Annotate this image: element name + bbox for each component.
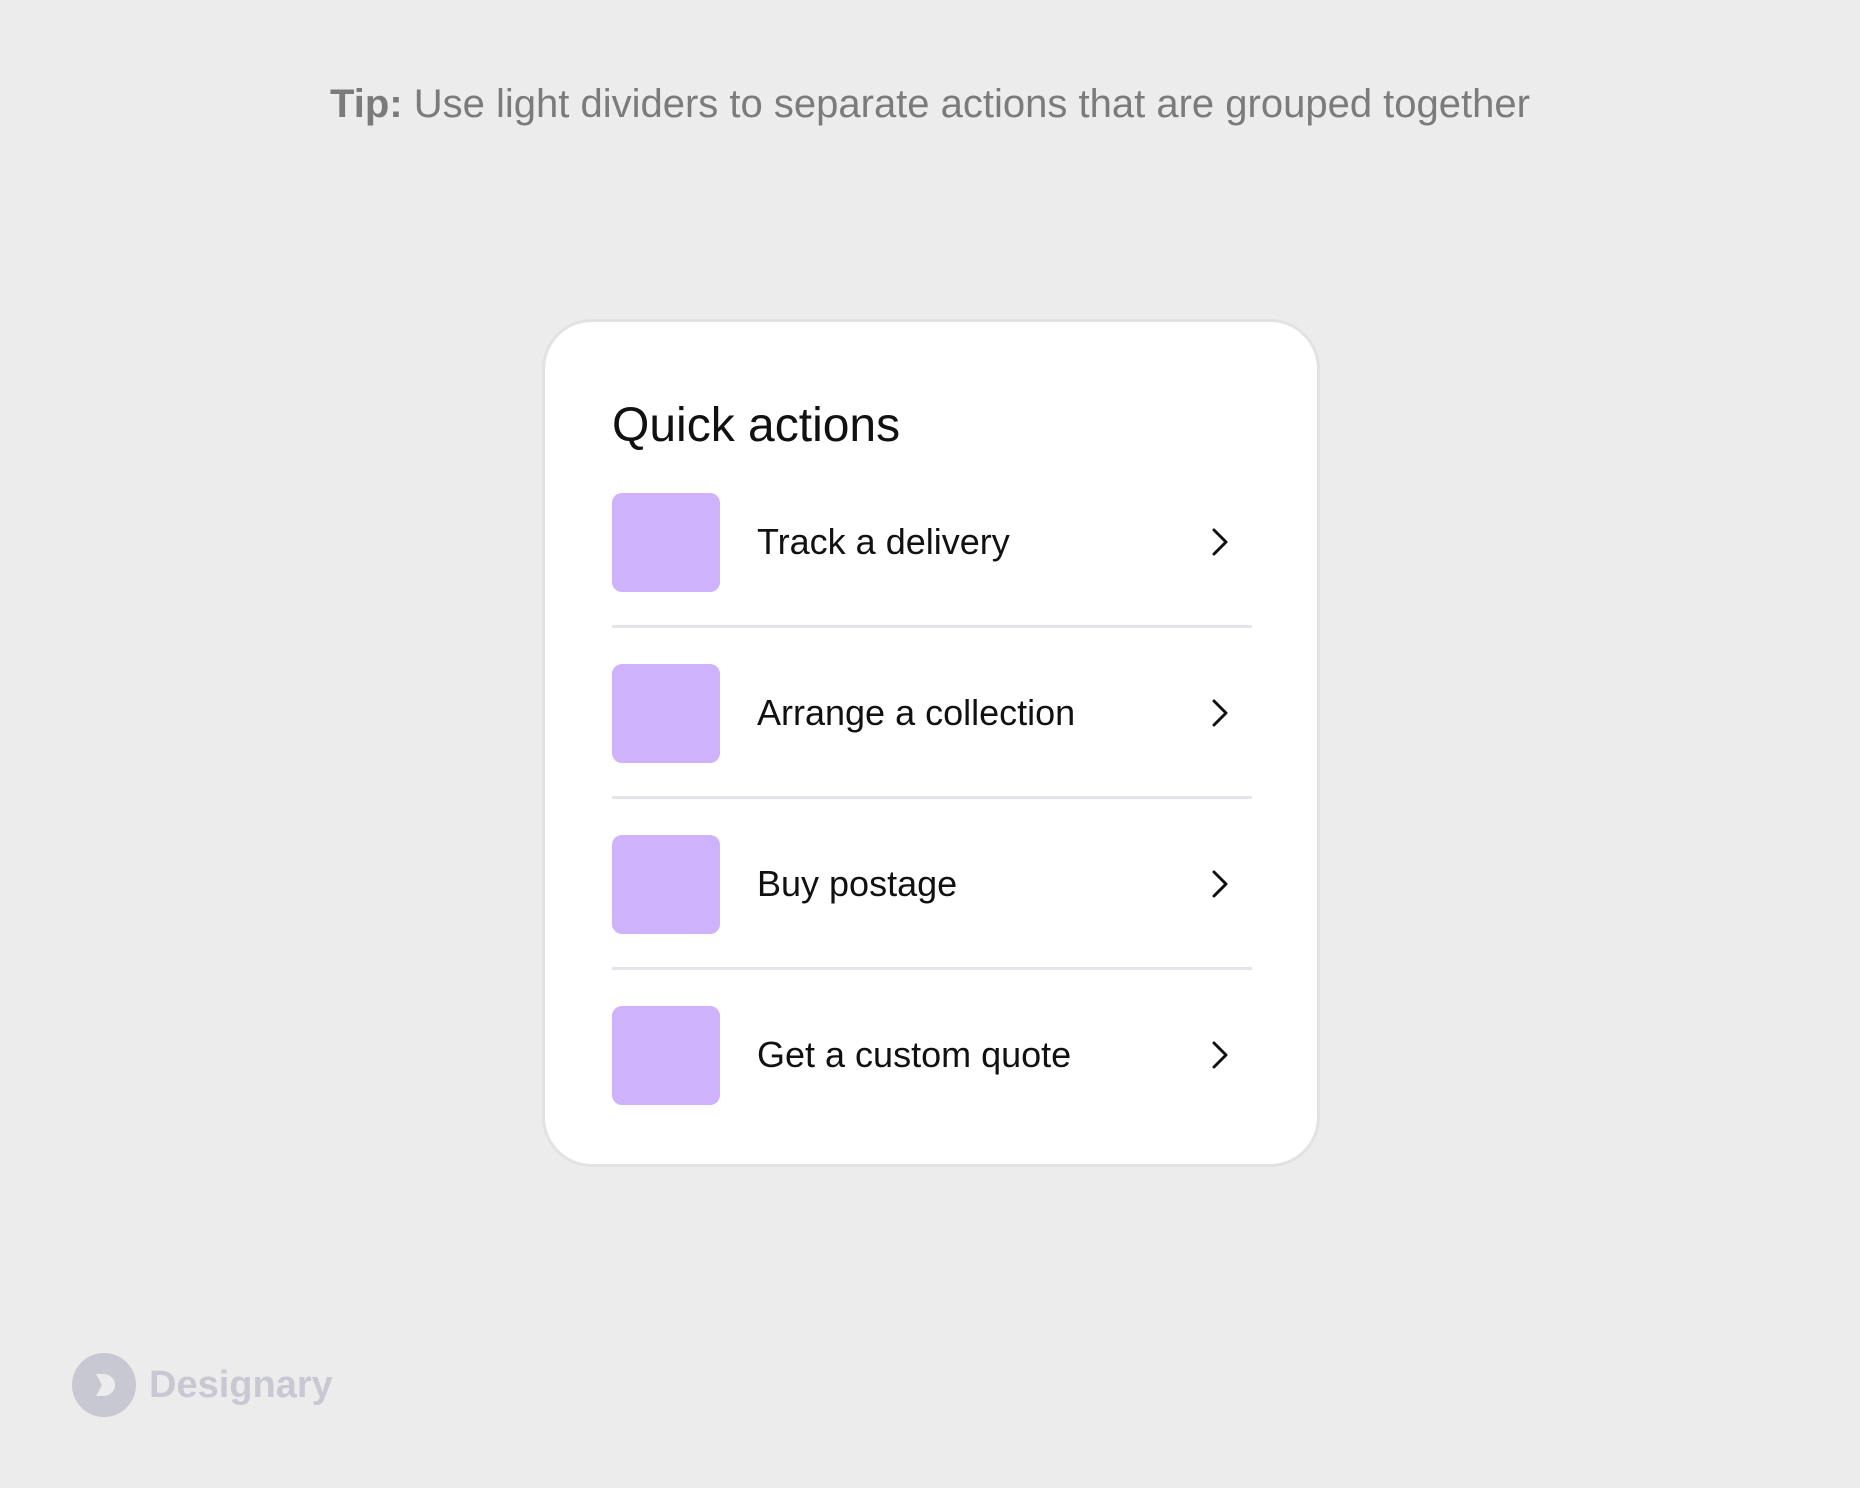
action-label: Get a custom quote [757,1034,1072,1075]
chevron-right-icon [1212,870,1228,898]
designary-logo-icon [72,1353,136,1417]
divider [612,796,1252,799]
tip-body: Use light dividers to separate actions t… [402,82,1530,126]
card-title: Quick actions [612,399,901,452]
action-icon-placeholder [612,835,720,934]
brand-name: Designary [149,1364,333,1406]
divider [612,625,1252,628]
action-label: Buy postage [757,863,958,904]
action-buy-postage[interactable]: Buy postage [612,835,1252,935]
action-icon-placeholder [612,1006,720,1105]
action-label: Arrange a collection [757,692,1076,733]
action-arrange-collection[interactable]: Arrange a collection [612,664,1252,764]
action-track-delivery[interactable]: Track a delivery [612,493,1252,593]
action-icon-placeholder [612,493,720,592]
chevron-right-icon [1212,528,1228,556]
chevron-right-icon [1212,1041,1228,1069]
tip-text: Tip: Use light dividers to separate acti… [0,76,1860,132]
quick-actions-card: Quick actions Track a delivery Arrange a… [542,319,1320,1167]
action-icon-placeholder [612,664,720,763]
action-custom-quote[interactable]: Get a custom quote [612,1006,1252,1106]
tip-label: Tip: [330,82,403,126]
divider [612,967,1252,970]
chevron-right-icon [1212,699,1228,727]
action-label: Track a delivery [757,521,1010,562]
